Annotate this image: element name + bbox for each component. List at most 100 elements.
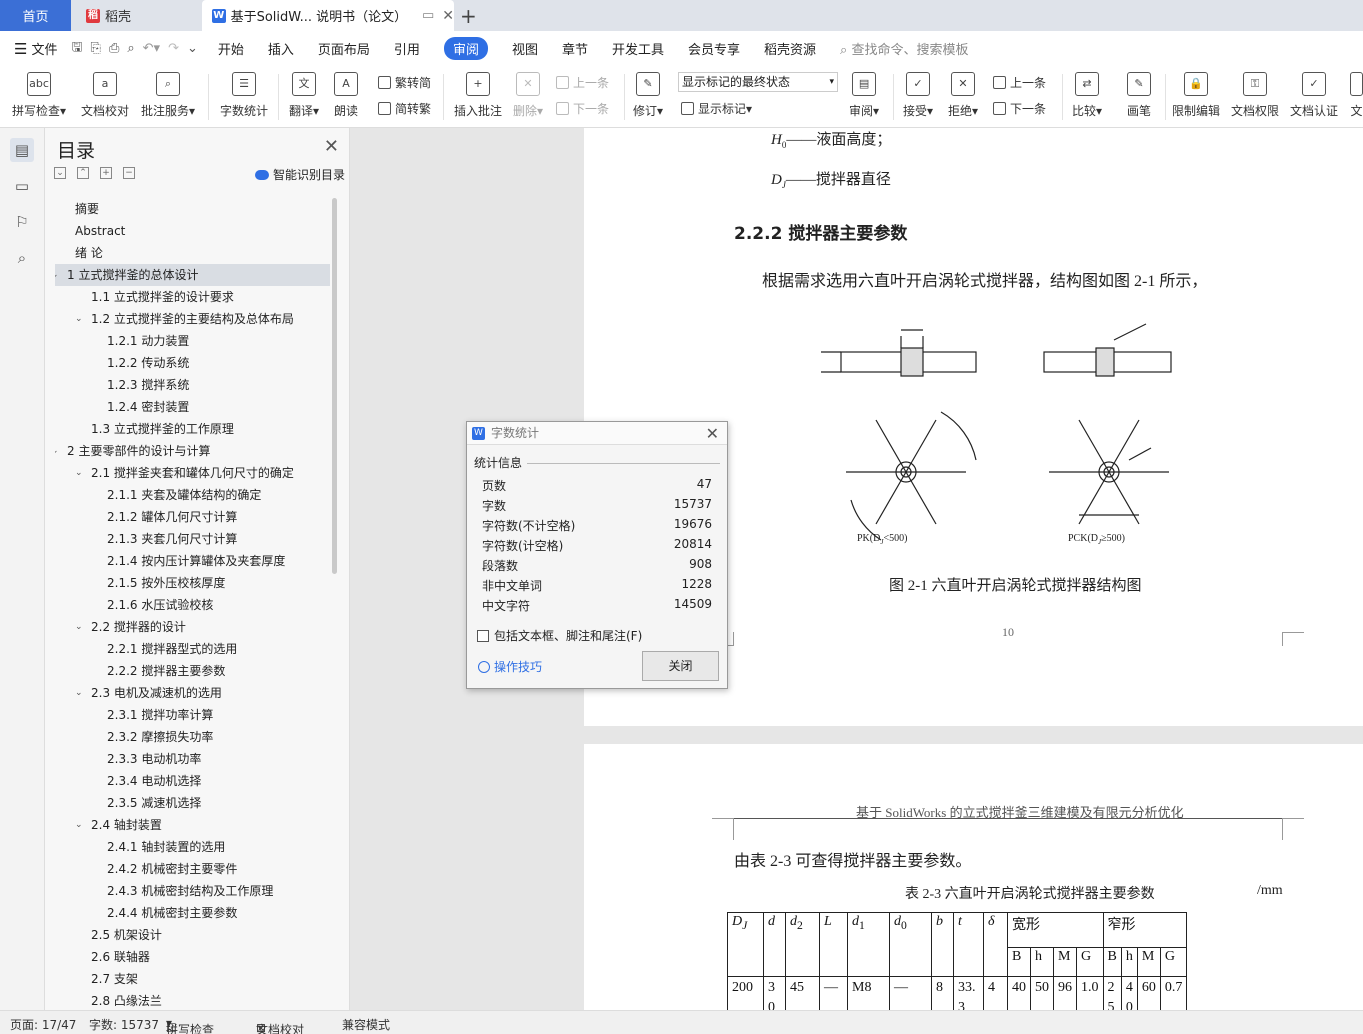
toc-item[interactable]: 2.3.1 搅拌功率计算: [55, 704, 330, 726]
toc-item[interactable]: ⌄ 2.2 搅拌器的设计: [55, 616, 330, 638]
prev-change-button[interactable]: 上一条: [993, 74, 1046, 91]
delete-comment-button[interactable]: ✕ 删除▾: [513, 72, 543, 119]
toc-item[interactable]: 2.4.1 轴封装置的选用: [55, 836, 330, 858]
toc-item[interactable]: 2.3.4 电动机选择: [55, 770, 330, 792]
chevron-down-icon[interactable]: ⌄: [55, 440, 59, 462]
toc-item[interactable]: 绪 论: [55, 242, 330, 264]
expand-up-icon[interactable]: ⌃: [77, 167, 89, 179]
toc-item[interactable]: 2.3.5 减速机选择: [55, 792, 330, 814]
show-marks-button[interactable]: 显示标记▾: [681, 100, 752, 117]
menu-layout[interactable]: 页面布局: [318, 39, 370, 58]
tips-link[interactable]: 操作技巧: [478, 658, 542, 675]
spell-check-toggle[interactable]: ☑ 拼写检查 ▾: [166, 1016, 214, 1034]
menu-start[interactable]: 开始: [218, 39, 244, 58]
toc-scrollbar[interactable]: [332, 198, 337, 574]
close-icon[interactable]: ✕: [324, 136, 339, 157]
ribbon-more-button[interactable]: 文: [1350, 72, 1363, 119]
toc-item[interactable]: 2.1.3 夹套几何尺寸计算: [55, 528, 330, 550]
chapter-icon[interactable]: ▭: [10, 174, 34, 198]
toc-item[interactable]: 1.2.1 动力装置: [55, 330, 330, 352]
toc-item[interactable]: 2.1.6 水压试验校核: [55, 594, 330, 616]
expand-all-icon[interactable]: +: [100, 167, 112, 179]
toc-item[interactable]: 1.2.4 密封装置: [55, 396, 330, 418]
chevron-down-icon[interactable]: ⌄: [55, 264, 59, 286]
new-tab-icon[interactable]: +: [460, 4, 477, 28]
tab-daoke[interactable]: 稻稻壳: [72, 0, 200, 31]
chevron-down-icon[interactable]: ⌄: [75, 308, 83, 330]
chevron-down-icon[interactable]: ⌄: [75, 462, 83, 484]
toc-item[interactable]: 摘要: [55, 198, 330, 220]
markup-state-select[interactable]: 显示标记的最终状态 ▾: [678, 72, 838, 92]
revise-button[interactable]: ✎ 修订▾: [633, 72, 663, 119]
save-icon[interactable]: 🖫: [71, 38, 82, 60]
toc-item[interactable]: 2.3.2 摩擦损失功率: [55, 726, 330, 748]
collapse-icon[interactable]: −: [123, 167, 135, 179]
next-comment-button[interactable]: 下一条: [556, 100, 609, 117]
undo-icon[interactable]: ↶▾: [143, 41, 160, 56]
menu-devtools[interactable]: 开发工具: [612, 39, 664, 58]
command-search[interactable]: ⌕ 查找命令、搜索模板: [840, 39, 968, 58]
include-textbox-checkbox[interactable]: 包括文本框、脚注和尾注(F): [477, 627, 642, 644]
toc-item[interactable]: 2.1.5 按外压校核厚度: [55, 572, 330, 594]
toc-item[interactable]: 2.4.4 机械密封主要参数: [55, 902, 330, 924]
toc-item[interactable]: 2.2.1 搅拌器型式的选用: [55, 638, 330, 660]
menu-section[interactable]: 章节: [562, 39, 588, 58]
toc-item[interactable]: ⌄ 1.2 立式搅拌釜的主要结构及总体布局: [55, 308, 330, 330]
menu-member[interactable]: 会员专享: [688, 39, 740, 58]
insert-comment-button[interactable]: + 插入批注: [454, 72, 502, 119]
toc-item[interactable]: 2.1.1 夹套及罐体结构的确定: [55, 484, 330, 506]
customize-icon[interactable]: ⌄: [187, 41, 198, 56]
toc-item[interactable]: ⌄ 2.4 轴封装置: [55, 814, 330, 836]
menu-insert[interactable]: 插入: [268, 39, 294, 58]
page-indicator[interactable]: 页面: 17/47: [10, 1016, 76, 1033]
toc-item[interactable]: 2.4.2 机械密封主要零件: [55, 858, 330, 880]
close-icon[interactable]: ✕: [706, 422, 719, 445]
menu-review[interactable]: 审阅: [443, 37, 488, 60]
compare-button[interactable]: ⇄ 比较▾: [1072, 72, 1102, 119]
preview-icon[interactable]: ⌕: [127, 41, 134, 56]
toc-item[interactable]: 2.6 联轴器: [55, 946, 330, 968]
toc-icon[interactable]: ▤: [10, 138, 34, 162]
toc-item[interactable]: 2.7 支架: [55, 968, 330, 990]
toc-item[interactable]: 2.4.3 机械密封结构及工作原理: [55, 880, 330, 902]
close-button[interactable]: 关闭: [642, 651, 719, 681]
proofread-button[interactable]: a 文档校对: [81, 72, 129, 119]
search-icon[interactable]: ⌕: [10, 246, 34, 270]
toc-item[interactable]: 2.5 机架设计: [55, 924, 330, 946]
review-pane-button[interactable]: ▤ 审阅▾: [849, 72, 879, 119]
bookmark-icon[interactable]: ⚐: [10, 210, 34, 234]
next-change-button[interactable]: 下一条: [993, 100, 1046, 117]
toc-item[interactable]: ⌄ 2 主要零部件的设计与计算: [55, 440, 330, 462]
menu-file[interactable]: 文件: [31, 39, 57, 58]
menu-daoke[interactable]: 稻壳资源: [764, 39, 816, 58]
collapse-all-icon[interactable]: ⌄: [54, 167, 66, 179]
toc-item[interactable]: ⌄ 1 立式搅拌釜的总体设计: [55, 264, 330, 286]
toc-item[interactable]: ⌄ 2.1 搅拌釜夹套和罐体几何尺寸的确定: [55, 462, 330, 484]
print-icon[interactable]: ⎙: [109, 41, 119, 56]
accept-button[interactable]: ✓ 接受▾: [903, 72, 933, 119]
word-count-indicator[interactable]: 字数: 15737: [89, 1016, 159, 1033]
annotate-service-button[interactable]: ⌕ 批注服务▾: [141, 72, 195, 119]
toc-item[interactable]: Abstract: [55, 220, 330, 242]
chevron-down-icon[interactable]: ⌄: [75, 682, 83, 704]
read-aloud-button[interactable]: A 朗读: [334, 72, 358, 119]
restrict-edit-button[interactable]: 🔒 限制编辑: [1172, 72, 1220, 119]
hamburger-icon[interactable]: ☰: [14, 40, 27, 58]
dialog-titlebar[interactable]: W 字数统计 ✕: [467, 422, 727, 445]
tab-close-icon[interactable]: ✕: [442, 8, 454, 24]
toc-item[interactable]: 2.3.3 电动机功率: [55, 748, 330, 770]
pen-button[interactable]: ✎ 画笔: [1127, 72, 1151, 119]
export-icon[interactable]: ⎘: [91, 41, 101, 56]
doc-permission-button[interactable]: ⚿ 文档权限: [1231, 72, 1279, 119]
toc-item[interactable]: 2.1.4 按内压计算罐体及夹套厚度: [55, 550, 330, 572]
toc-item[interactable]: 1.2.2 传动系统: [55, 352, 330, 374]
reject-button[interactable]: ✕ 拒绝▾: [948, 72, 978, 119]
chevron-down-icon[interactable]: ⌄: [75, 814, 83, 836]
toc-item[interactable]: 1.2.3 搅拌系统: [55, 374, 330, 396]
tab-home[interactable]: 首页: [0, 0, 71, 31]
toc-item[interactable]: 2.2.2 搅拌器主要参数: [55, 660, 330, 682]
toc-item[interactable]: 2.8 凸缘法兰: [55, 990, 330, 1012]
toc-item[interactable]: 1.3 立式搅拌釜的工作原理: [55, 418, 330, 440]
toc-item[interactable]: 2.1.2 罐体几何尺寸计算: [55, 506, 330, 528]
simp-to-trad-button[interactable]: 简转繁: [378, 100, 431, 117]
